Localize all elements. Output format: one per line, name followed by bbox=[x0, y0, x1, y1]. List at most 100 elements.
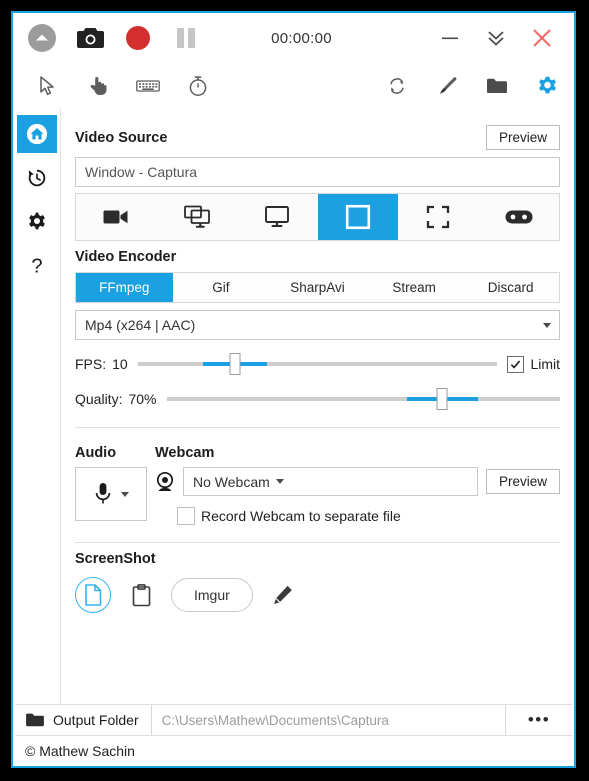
video-source-value[interactable]: Window - Captura bbox=[75, 157, 560, 187]
quality-slider-rail bbox=[166, 397, 560, 401]
minimize-icon bbox=[442, 37, 458, 40]
fps-slider-thumb[interactable] bbox=[229, 353, 241, 375]
fps-value: 10 bbox=[112, 356, 128, 372]
source-mode-window[interactable] bbox=[317, 194, 398, 240]
refresh-icon bbox=[390, 78, 404, 94]
recording-timer: 00:00:00 bbox=[271, 29, 332, 47]
quality-slider-thumb[interactable] bbox=[436, 388, 448, 410]
webcam-title: Webcam bbox=[155, 445, 215, 461]
chevron-down-icon bbox=[120, 491, 129, 497]
timer-toggle[interactable] bbox=[185, 73, 211, 99]
screenshot-to-clipboard-button[interactable] bbox=[125, 579, 157, 611]
question-mark-icon: ? bbox=[31, 255, 42, 277]
webcam-separate-file-row: Record Webcam to separate file bbox=[177, 507, 560, 525]
fps-limit-label: Limit bbox=[530, 356, 560, 372]
video-encoder-header: Video Encoder bbox=[75, 249, 560, 265]
screenshot-to-disk-button[interactable] bbox=[75, 577, 111, 613]
video-camera-icon bbox=[103, 210, 128, 224]
sidebar-item-recent[interactable] bbox=[17, 159, 57, 197]
toolbar bbox=[13, 63, 574, 109]
video-source-mode-bar bbox=[75, 193, 560, 241]
crop-region-icon bbox=[427, 205, 450, 229]
record-circle-icon bbox=[126, 26, 150, 50]
gear-icon bbox=[28, 212, 45, 230]
gamepad-icon bbox=[505, 210, 533, 224]
double-chevron-down-icon bbox=[488, 31, 504, 46]
multi-screen-icon bbox=[183, 205, 210, 228]
audio-title: Audio bbox=[75, 445, 117, 461]
screenshot-button[interactable] bbox=[73, 21, 107, 55]
screenshot-imgur-button[interactable]: Imgur bbox=[171, 578, 253, 612]
webcam-separate-file-checkbox[interactable] bbox=[177, 507, 195, 525]
screenshot-edit-button[interactable] bbox=[267, 579, 299, 611]
screenshot-targets-row: Imgur bbox=[75, 577, 560, 613]
video-encoder-tabs: FFmpeg Gif SharpAvi Stream Discard bbox=[75, 272, 560, 303]
source-mode-game[interactable] bbox=[479, 194, 560, 240]
sidebar-item-about[interactable]: ? bbox=[17, 247, 57, 285]
status-bar: © Mathew Sachin bbox=[15, 735, 572, 766]
webcam-preview-button[interactable]: Preview bbox=[485, 469, 560, 494]
home-icon bbox=[26, 123, 47, 145]
sidebar-item-configure[interactable] bbox=[17, 203, 57, 241]
folder-icon bbox=[487, 78, 507, 93]
collapse-button[interactable] bbox=[476, 20, 516, 56]
output-folder-more-button[interactable]: ••• bbox=[506, 705, 572, 735]
tab-gif[interactable]: Gif bbox=[172, 273, 270, 302]
screenshot-header: ScreenShot bbox=[75, 551, 560, 567]
cursor-toggle[interactable] bbox=[35, 73, 61, 99]
status-bar-text: © Mathew Sachin bbox=[25, 743, 135, 759]
stopwatch-icon bbox=[189, 76, 207, 96]
content-panel: Video Source Preview Window - Captura Vi… bbox=[61, 109, 574, 704]
minimize-button[interactable] bbox=[430, 20, 470, 56]
pointing-hand-icon bbox=[90, 77, 107, 95]
folder-icon bbox=[26, 713, 44, 727]
click-highlight-toggle[interactable] bbox=[85, 73, 111, 99]
open-folder-button[interactable] bbox=[484, 73, 510, 99]
settings-button[interactable] bbox=[534, 73, 560, 99]
divider-audio bbox=[75, 427, 560, 428]
output-folder-bar: Output Folder C:\Users\Mathew\Documents\… bbox=[15, 704, 572, 735]
tab-ffmpeg[interactable]: FFmpeg bbox=[76, 273, 173, 302]
video-source-title: Video Source bbox=[75, 129, 168, 146]
main-body: ? Video Source Preview Window - Captura bbox=[13, 109, 574, 704]
quality-label: Quality: bbox=[75, 391, 123, 407]
keyboard-icon bbox=[136, 80, 160, 92]
audio-column: Audio bbox=[75, 437, 155, 525]
output-folder-path[interactable]: C:\Users\Mathew\Documents\Captura bbox=[152, 705, 506, 735]
output-folder-button[interactable]: Output Folder bbox=[15, 705, 152, 735]
tab-stream[interactable]: Stream bbox=[365, 273, 463, 302]
monitor-icon bbox=[265, 206, 290, 227]
expand-collapse-button[interactable] bbox=[25, 21, 59, 55]
chevron-down-icon bbox=[543, 322, 551, 328]
history-clock-icon bbox=[28, 169, 45, 187]
toolbar-left-group bbox=[35, 73, 211, 99]
close-button[interactable] bbox=[522, 20, 562, 56]
theme-brush-button[interactable] bbox=[434, 73, 460, 99]
source-mode-region[interactable] bbox=[398, 194, 479, 240]
webcam-value: No Webcam bbox=[193, 473, 270, 490]
sidebar: ? bbox=[13, 109, 61, 704]
close-icon bbox=[533, 29, 551, 47]
fps-slider[interactable] bbox=[137, 353, 498, 375]
quality-slider[interactable] bbox=[166, 388, 560, 410]
fps-limit-checkbox[interactable] bbox=[507, 355, 525, 373]
fps-label: FPS: bbox=[75, 356, 107, 372]
video-encoder-title: Video Encoder bbox=[75, 249, 177, 265]
source-mode-screen[interactable] bbox=[237, 194, 318, 240]
tab-sharpavi[interactable]: SharpAvi bbox=[269, 273, 366, 302]
gear-icon bbox=[538, 76, 556, 93]
record-button[interactable] bbox=[121, 21, 155, 55]
encoder-format-value: Mp4 (x264 | AAC) bbox=[85, 317, 196, 333]
video-source-preview-button[interactable]: Preview bbox=[485, 125, 560, 150]
audio-device-button[interactable] bbox=[75, 467, 147, 521]
tab-discard[interactable]: Discard bbox=[462, 273, 559, 302]
encoder-format-select[interactable]: Mp4 (x264 | AAC) bbox=[75, 310, 560, 340]
title-bar: 00:00:00 bbox=[13, 13, 574, 63]
keystrokes-toggle[interactable] bbox=[135, 73, 161, 99]
webcam-select[interactable]: No Webcam bbox=[183, 467, 478, 496]
fps-slider-rail bbox=[137, 362, 498, 366]
sidebar-item-home[interactable] bbox=[16, 115, 57, 153]
source-mode-desk-duplication[interactable] bbox=[157, 194, 238, 240]
source-mode-no-video[interactable] bbox=[76, 194, 157, 240]
refresh-button[interactable] bbox=[384, 73, 410, 99]
